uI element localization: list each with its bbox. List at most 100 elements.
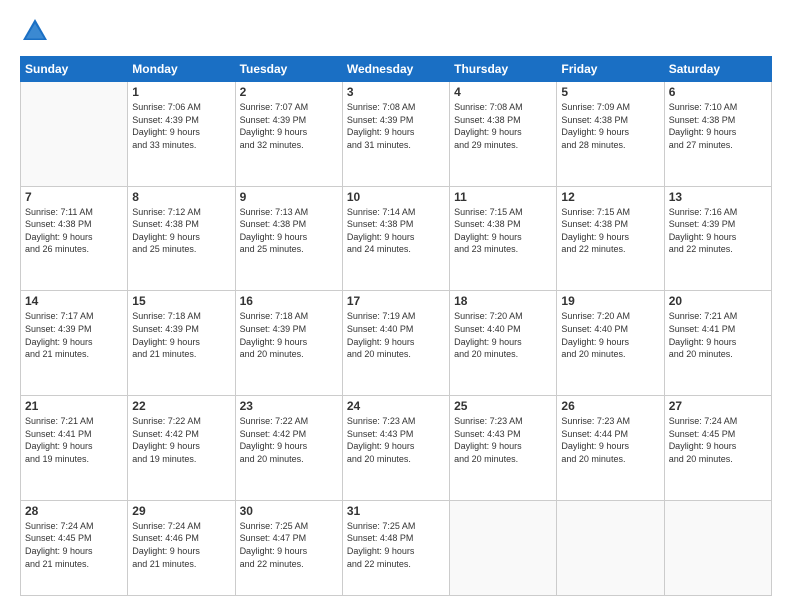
cell-info: Sunrise: 7:20 AMSunset: 4:40 PMDaylight:… <box>454 310 552 360</box>
cell-info: Sunrise: 7:22 AMSunset: 4:42 PMDaylight:… <box>240 415 338 465</box>
cell-info: Sunrise: 7:09 AMSunset: 4:38 PMDaylight:… <box>561 101 659 151</box>
calendar-cell: 16Sunrise: 7:18 AMSunset: 4:39 PMDayligh… <box>235 291 342 396</box>
calendar-cell: 9 Sunrise: 7:13 AMSunset: 4:38 PMDaylight… <box>235 186 342 291</box>
cell-info: Sunrise: 7:25 AMSunset: 4:47 PMDaylight:… <box>240 520 338 570</box>
day-number: 12 <box>561 190 659 204</box>
cell-info: Sunrise: 7:16 AMSunset: 4:39 PMDaylight:… <box>669 206 767 256</box>
calendar-cell: 12 Sunrise: 7:15 AMSunset: 4:38 PMDayligh… <box>557 186 664 291</box>
calendar-cell: 15Sunrise: 7:18 AMSunset: 4:39 PMDayligh… <box>128 291 235 396</box>
calendar-cell: 5 Sunrise: 7:09 AMSunset: 4:38 PMDaylight… <box>557 82 664 187</box>
calendar-cell: 17Sunrise: 7:19 AMSunset: 4:40 PMDayligh… <box>342 291 449 396</box>
day-number: 3 <box>347 85 445 99</box>
day-number: 25 <box>454 399 552 413</box>
day-number: 9 <box>240 190 338 204</box>
calendar-day-header: Monday <box>128 57 235 82</box>
calendar-day-header: Thursday <box>450 57 557 82</box>
day-number: 5 <box>561 85 659 99</box>
day-number: 19 <box>561 294 659 308</box>
day-number: 4 <box>454 85 552 99</box>
calendar-week-row: 14 Sunrise: 7:17 AMSunset: 4:39 PMDayligh… <box>21 291 772 396</box>
calendar-week-row: 1 Sunrise: 7:06 AMSunset: 4:39 PMDaylight… <box>21 82 772 187</box>
day-number: 2 <box>240 85 338 99</box>
cell-info: Sunrise: 7:12 AMSunset: 4:38 PMDaylight:… <box>132 206 230 256</box>
cell-info: Sunrise: 7:15 AMSunset: 4:38 PMDaylight:… <box>561 206 659 256</box>
day-number: 7 <box>25 190 123 204</box>
day-number: 1 <box>132 85 230 99</box>
calendar-cell: 20 Sunrise: 7:21 AMSunset: 4:41 PMDayligh… <box>664 291 771 396</box>
calendar-cell: 6 Sunrise: 7:10 AMSunset: 4:38 PMDaylight… <box>664 82 771 187</box>
day-number: 21 <box>25 399 123 413</box>
day-number: 10 <box>347 190 445 204</box>
calendar-cell: 11Sunrise: 7:15 AMSunset: 4:38 PMDayligh… <box>450 186 557 291</box>
calendar-cell: 29 Sunrise: 7:24 AMSunset: 4:46 PMDayligh… <box>128 500 235 595</box>
cell-info: Sunrise: 7:11 AMSunset: 4:38 PMDaylight:… <box>25 206 123 256</box>
calendar-cell: 25Sunrise: 7:23 AMSunset: 4:43 PMDayligh… <box>450 396 557 501</box>
header <box>20 16 772 46</box>
day-number: 16 <box>240 294 338 308</box>
cell-info: Sunrise: 7:24 AMSunset: 4:45 PMDaylight:… <box>669 415 767 465</box>
cell-info: Sunrise: 7:08 AMSunset: 4:39 PMDaylight:… <box>347 101 445 151</box>
cell-info: Sunrise: 7:17 AMSunset: 4:39 PMDaylight:… <box>25 310 123 360</box>
cell-info: Sunrise: 7:18 AMSunset: 4:39 PMDaylight:… <box>132 310 230 360</box>
day-number: 14 <box>25 294 123 308</box>
calendar-cell: 23 Sunrise: 7:22 AMSunset: 4:42 PMDayligh… <box>235 396 342 501</box>
cell-info: Sunrise: 7:07 AMSunset: 4:39 PMDaylight:… <box>240 101 338 151</box>
logo <box>20 16 54 46</box>
calendar-cell: 2 Sunrise: 7:07 AMSunset: 4:39 PMDaylight… <box>235 82 342 187</box>
day-number: 22 <box>132 399 230 413</box>
calendar-cell: 27Sunrise: 7:24 AMSunset: 4:45 PMDayligh… <box>664 396 771 501</box>
cell-info: Sunrise: 7:23 AMSunset: 4:43 PMDaylight:… <box>347 415 445 465</box>
calendar-cell: 22 Sunrise: 7:22 AMSunset: 4:42 PMDayligh… <box>128 396 235 501</box>
calendar-day-header: Tuesday <box>235 57 342 82</box>
calendar-day-header: Sunday <box>21 57 128 82</box>
day-number: 31 <box>347 504 445 518</box>
day-number: 23 <box>240 399 338 413</box>
cell-info: Sunrise: 7:22 AMSunset: 4:42 PMDaylight:… <box>132 415 230 465</box>
cell-info: Sunrise: 7:14 AMSunset: 4:38 PMDaylight:… <box>347 206 445 256</box>
day-number: 11 <box>454 190 552 204</box>
day-number: 24 <box>347 399 445 413</box>
calendar-cell: 10 Sunrise: 7:14 AMSunset: 4:38 PMDayligh… <box>342 186 449 291</box>
day-number: 13 <box>669 190 767 204</box>
day-number: 18 <box>454 294 552 308</box>
cell-info: Sunrise: 7:10 AMSunset: 4:38 PMDaylight:… <box>669 101 767 151</box>
calendar-day-header: Friday <box>557 57 664 82</box>
day-number: 30 <box>240 504 338 518</box>
calendar-cell: 30 Sunrise: 7:25 AMSunset: 4:47 PMDayligh… <box>235 500 342 595</box>
day-number: 20 <box>669 294 767 308</box>
calendar-cell: 18 Sunrise: 7:20 AMSunset: 4:40 PMDayligh… <box>450 291 557 396</box>
calendar-cell: 21 Sunrise: 7:21 AMSunset: 4:41 PMDayligh… <box>21 396 128 501</box>
calendar-cell: 3 Sunrise: 7:08 AMSunset: 4:39 PMDaylight… <box>342 82 449 187</box>
cell-info: Sunrise: 7:13 AMSunset: 4:38 PMDaylight:… <box>240 206 338 256</box>
calendar-cell: 24 Sunrise: 7:23 AMSunset: 4:43 PMDayligh… <box>342 396 449 501</box>
cell-info: Sunrise: 7:06 AMSunset: 4:39 PMDaylight:… <box>132 101 230 151</box>
day-number: 6 <box>669 85 767 99</box>
cell-info: Sunrise: 7:19 AMSunset: 4:40 PMDaylight:… <box>347 310 445 360</box>
calendar-cell: 7 Sunrise: 7:11 AMSunset: 4:38 PMDaylight… <box>21 186 128 291</box>
calendar-cell: 19 Sunrise: 7:20 AMSunset: 4:40 PMDayligh… <box>557 291 664 396</box>
cell-info: Sunrise: 7:21 AMSunset: 4:41 PMDaylight:… <box>25 415 123 465</box>
day-number: 29 <box>132 504 230 518</box>
calendar-cell <box>557 500 664 595</box>
day-number: 26 <box>561 399 659 413</box>
calendar-week-row: 21 Sunrise: 7:21 AMSunset: 4:41 PMDayligh… <box>21 396 772 501</box>
day-number: 28 <box>25 504 123 518</box>
cell-info: Sunrise: 7:24 AMSunset: 4:45 PMDaylight:… <box>25 520 123 570</box>
calendar-week-row: 7 Sunrise: 7:11 AMSunset: 4:38 PMDaylight… <box>21 186 772 291</box>
calendar-cell: 31 Sunrise: 7:25 AMSunset: 4:48 PMDayligh… <box>342 500 449 595</box>
day-number: 8 <box>132 190 230 204</box>
calendar-cell <box>21 82 128 187</box>
calendar-cell: 1 Sunrise: 7:06 AMSunset: 4:39 PMDaylight… <box>128 82 235 187</box>
calendar-header-row: SundayMondayTuesdayWednesdayThursdayFrid… <box>21 57 772 82</box>
calendar-cell <box>450 500 557 595</box>
cell-info: Sunrise: 7:25 AMSunset: 4:48 PMDaylight:… <box>347 520 445 570</box>
logo-icon <box>20 16 50 46</box>
calendar-cell: 26Sunrise: 7:23 AMSunset: 4:44 PMDayligh… <box>557 396 664 501</box>
calendar-cell <box>664 500 771 595</box>
calendar-cell: 13 Sunrise: 7:16 AMSunset: 4:39 PMDayligh… <box>664 186 771 291</box>
calendar-week-row: 28 Sunrise: 7:24 AMSunset: 4:45 PMDayligh… <box>21 500 772 595</box>
page: SundayMondayTuesdayWednesdayThursdayFrid… <box>0 0 792 612</box>
cell-info: Sunrise: 7:24 AMSunset: 4:46 PMDaylight:… <box>132 520 230 570</box>
cell-info: Sunrise: 7:21 AMSunset: 4:41 PMDaylight:… <box>669 310 767 360</box>
cell-info: Sunrise: 7:20 AMSunset: 4:40 PMDaylight:… <box>561 310 659 360</box>
